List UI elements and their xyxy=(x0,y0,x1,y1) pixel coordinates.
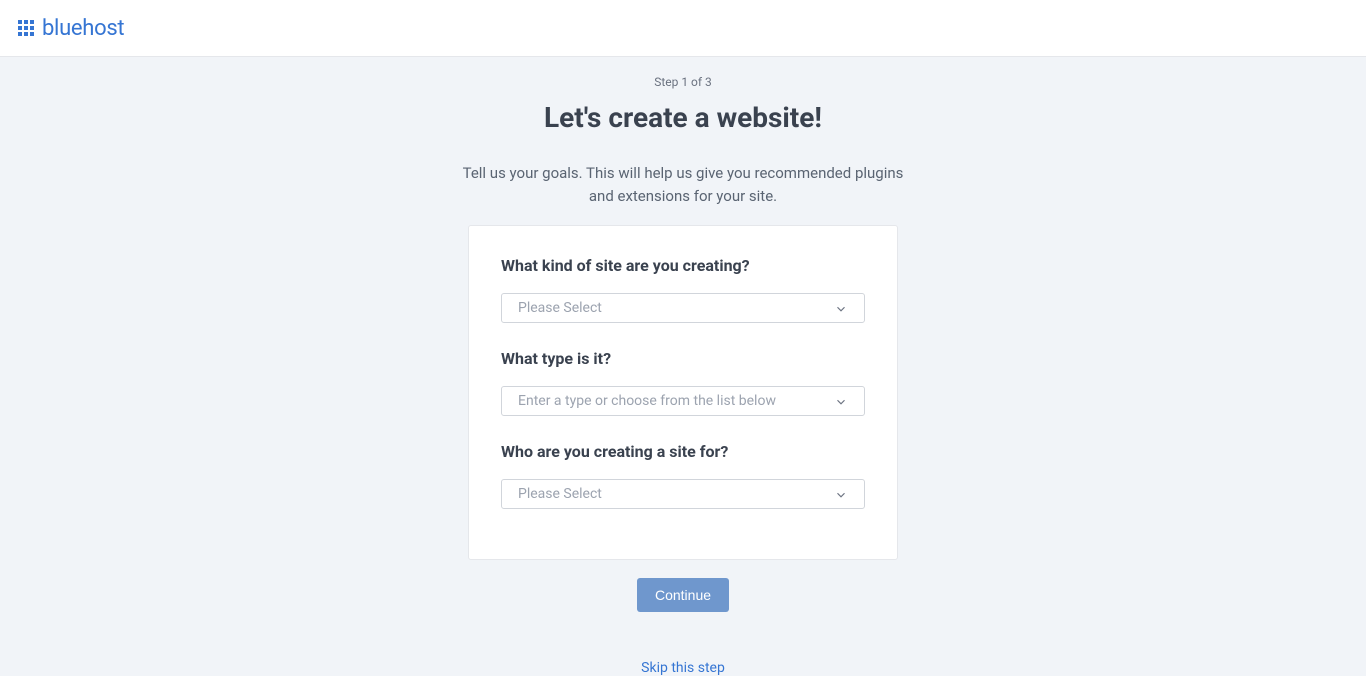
select-placeholder: Please Select xyxy=(518,300,834,316)
continue-button[interactable]: Continue xyxy=(637,578,729,612)
question-site-for: Who are you creating a site for? xyxy=(501,442,865,461)
page-subtitle: Tell us your goals. This will help us gi… xyxy=(453,162,913,207)
question-site-kind: What kind of site are you creating? xyxy=(501,256,865,275)
skip-link[interactable]: Skip this step xyxy=(0,660,1366,676)
question-site-type: What type is it? xyxy=(501,349,865,368)
step-indicator: Step 1 of 3 xyxy=(0,75,1366,89)
main-content: Step 1 of 3 Let's create a website! Tell… xyxy=(0,57,1366,676)
select-site-type[interactable]: Enter a type or choose from the list bel… xyxy=(501,386,865,416)
chevron-down-icon xyxy=(834,487,848,501)
brand-logo[interactable]: bluehost xyxy=(18,16,124,41)
chevron-down-icon xyxy=(834,301,848,315)
select-placeholder: Enter a type or choose from the list bel… xyxy=(518,393,834,409)
page-header: bluehost xyxy=(0,0,1366,57)
brand-name: bluehost xyxy=(42,16,124,41)
select-placeholder: Please Select xyxy=(518,486,834,502)
page-title: Let's create a website! xyxy=(0,101,1366,134)
chevron-down-icon xyxy=(834,394,848,408)
grid-icon xyxy=(18,20,34,36)
form-card: What kind of site are you creating? Plea… xyxy=(468,225,898,560)
select-site-kind[interactable]: Please Select xyxy=(501,293,865,323)
select-site-for[interactable]: Please Select xyxy=(501,479,865,509)
